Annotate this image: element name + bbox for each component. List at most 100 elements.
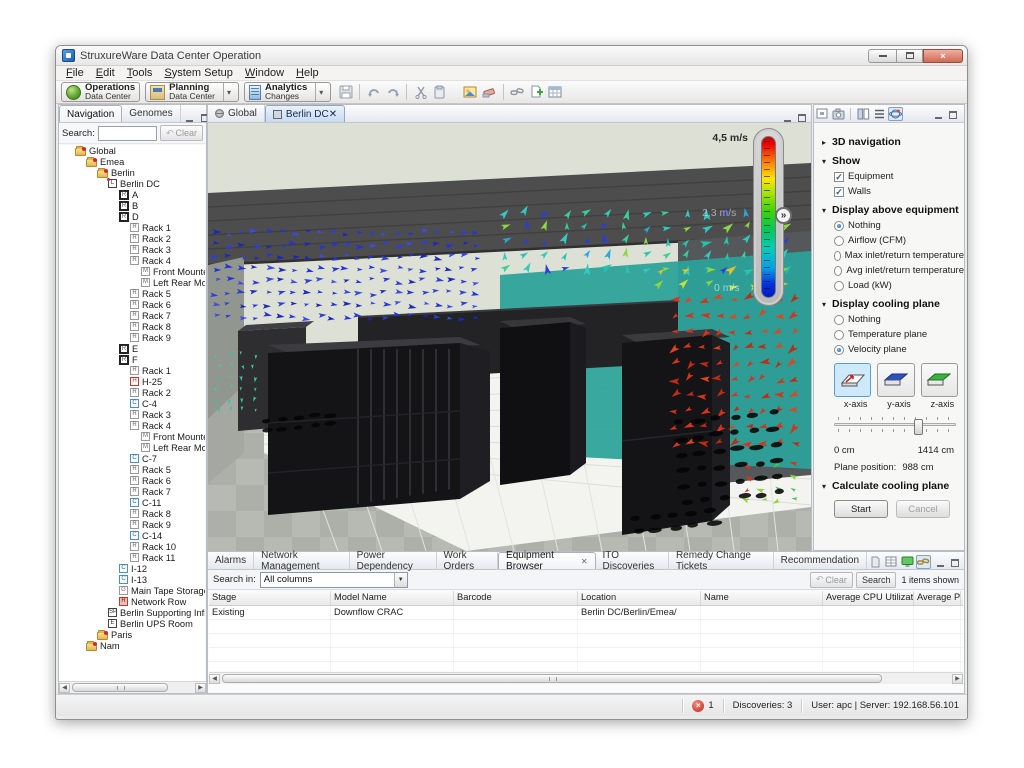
undo-icon[interactable]	[365, 84, 382, 101]
scroll-left-icon[interactable]: ◀	[59, 683, 70, 693]
cancel-button[interactable]: Cancel	[896, 500, 950, 518]
scrollbar-thumb[interactable]	[72, 683, 168, 692]
panel-minimize-icon[interactable]	[934, 557, 946, 567]
menu-item-tools[interactable]: Tools	[121, 67, 159, 79]
scale-expand-button[interactable]: »	[775, 207, 792, 224]
menu-item-edit[interactable]: Edit	[90, 67, 121, 79]
bottom-tab-work-orders[interactable]: Work Orders	[437, 552, 499, 569]
tree-item[interactable]: RRack 3	[59, 244, 205, 255]
error-icon[interactable]: ×	[692, 700, 704, 712]
menu-item-window[interactable]: Window	[239, 67, 290, 79]
bottom-tab-alarms[interactable]: Alarms	[208, 552, 254, 569]
axis-button-z-axis[interactable]	[921, 363, 958, 397]
editor-tab-berlin-dc[interactable]: Berlin DC✕	[265, 105, 345, 122]
tree-item[interactable]: GMain Tape Storage	[59, 585, 205, 596]
tree-item[interactable]: Berlin	[59, 167, 205, 178]
tree-item[interactable]: Emea	[59, 156, 205, 167]
tree-item[interactable]: RRack 3	[59, 409, 205, 420]
tree-item[interactable]: RRack 6	[59, 299, 205, 310]
scroll-left-icon[interactable]: ◀	[209, 674, 220, 684]
combo-dropdown-icon[interactable]: ▼	[394, 573, 407, 587]
panel-minimize-icon[interactable]	[184, 112, 196, 122]
tree-item[interactable]: RRack 7	[59, 486, 205, 497]
search-in-combobox[interactable]: All columns ▼	[260, 572, 408, 588]
tree-item[interactable]: RF	[59, 354, 205, 365]
panel-minimize-icon[interactable]	[781, 112, 793, 122]
dropdown-arrow-icon[interactable]: ▾	[315, 83, 326, 101]
tree-item[interactable]: RRack 9	[59, 519, 205, 530]
tree-item[interactable]: RRack 10	[59, 541, 205, 552]
radio-icon[interactable]	[834, 251, 841, 261]
bottom-tab-power-dependency[interactable]: Power Dependency	[350, 552, 437, 569]
radio-icon[interactable]	[834, 330, 844, 340]
tree-item[interactable]: RNetwork Row	[59, 596, 205, 607]
slider-thumb[interactable]	[914, 419, 923, 435]
bottom-tab-remedy-change-tickets[interactable]: Remedy Change Tickets	[669, 552, 774, 569]
section-header-display-above-equipment[interactable]: ▾Display above equipment	[822, 204, 964, 216]
save-icon[interactable]	[337, 84, 354, 101]
bottom-tab-recommendation[interactable]: Recommendation	[774, 552, 867, 569]
checkbox-option-equipment[interactable]: ✓Equipment	[834, 171, 964, 182]
tree-item[interactable]: RRack 2	[59, 387, 205, 398]
tree-item[interactable]: CI-12	[59, 563, 205, 574]
table-row[interactable]: ExistingDownflow CRACBerlin DC/Berlin/Em…	[209, 606, 963, 620]
radio-option-nothing[interactable]: Nothing	[834, 220, 964, 231]
scroll-right-icon[interactable]: ▶	[195, 683, 206, 693]
bottom-tab-network-management[interactable]: Network Management	[254, 552, 350, 569]
panel-maximize-icon[interactable]	[949, 557, 961, 567]
tree-item[interactable]: RRack 4	[59, 420, 205, 431]
maximize-button[interactable]	[896, 49, 923, 63]
column-header-barcode[interactable]: Barcode	[454, 591, 578, 605]
tree-item[interactable]: Global	[59, 145, 205, 156]
tree-item[interactable]: CC-11	[59, 497, 205, 508]
tree-item[interactable]: RRack 5	[59, 288, 205, 299]
tree-item[interactable]: MFront Mounted	[59, 266, 205, 277]
mode-button-analytics[interactable]: AnalyticsChanges▾	[244, 82, 331, 102]
tree-item[interactable]: RB	[59, 200, 205, 211]
radio-icon[interactable]	[834, 281, 844, 291]
table-icon[interactable]	[547, 84, 564, 101]
tree-item[interactable]: HH-25	[59, 376, 205, 387]
radio-option-temperature-plane[interactable]: Temperature plane	[834, 329, 964, 340]
monitor-icon[interactable]	[900, 555, 915, 569]
radio-icon[interactable]	[834, 345, 844, 355]
panel-maximize-icon[interactable]	[796, 112, 808, 122]
panel-maximize-icon[interactable]	[947, 109, 959, 119]
table-horizontal-scrollbar[interactable]: ◀ ▶	[209, 672, 963, 684]
twistie-expanded-icon[interactable]: ▾	[822, 482, 832, 491]
link-chain-icon[interactable]	[916, 555, 931, 569]
split-icon[interactable]	[856, 107, 871, 121]
frame-icon[interactable]	[815, 107, 830, 121]
section-header-calculate-cooling-plane[interactable]: ▾Calculate cooling plane	[822, 480, 964, 492]
column-header-average-cpu-utilization-[interactable]: Average CPU Utilization ...	[823, 591, 914, 605]
section-header-display-cooling-plane[interactable]: ▾Display cooling plane	[822, 298, 964, 310]
dropdown-arrow-icon[interactable]: ▾	[223, 83, 234, 101]
column-header-average-pow-[interactable]: Average Pow...	[914, 591, 961, 605]
new-document-icon[interactable]	[528, 84, 545, 101]
export-image-icon[interactable]	[462, 84, 479, 101]
grid-icon[interactable]	[884, 555, 899, 569]
slider-track[interactable]	[834, 423, 956, 426]
tree-item[interactable]: EBerlin UPS Room	[59, 618, 205, 629]
radio-option-nothing[interactable]: Nothing	[834, 314, 964, 325]
panel-tab-navigation[interactable]: Navigation	[59, 105, 122, 122]
tree-item[interactable]: Nam	[59, 640, 205, 651]
scrollbar-thumb[interactable]	[222, 674, 882, 683]
redo-icon[interactable]	[384, 84, 401, 101]
list-icon[interactable]	[872, 107, 887, 121]
menu-item-system-setup[interactable]: System Setup	[158, 67, 238, 79]
menu-item-help[interactable]: Help	[290, 67, 325, 79]
radio-option-load-kw-[interactable]: Load (kW)	[834, 280, 964, 291]
tree-item[interactable]: SPBerlin Supporting Infrastru	[59, 607, 205, 618]
checkbox-icon[interactable]: ✓	[834, 172, 844, 182]
radio-icon[interactable]	[834, 221, 844, 231]
close-button[interactable]: ×	[923, 49, 963, 63]
checkbox-option-walls[interactable]: ✓Walls	[834, 186, 964, 197]
column-header-stage[interactable]: Stage	[209, 591, 331, 605]
tree-item[interactable]: RRack 8	[59, 508, 205, 519]
tree-item[interactable]: CI-13	[59, 574, 205, 585]
bottom-tab-ito-discoveries[interactable]: ITO Discoveries	[596, 552, 669, 569]
tree-item[interactable]: RRack 6	[59, 475, 205, 486]
mode-button-operations[interactable]: OperationsData Center	[61, 82, 140, 102]
tree-item[interactable]: MLeft Rear Moun	[59, 277, 205, 288]
